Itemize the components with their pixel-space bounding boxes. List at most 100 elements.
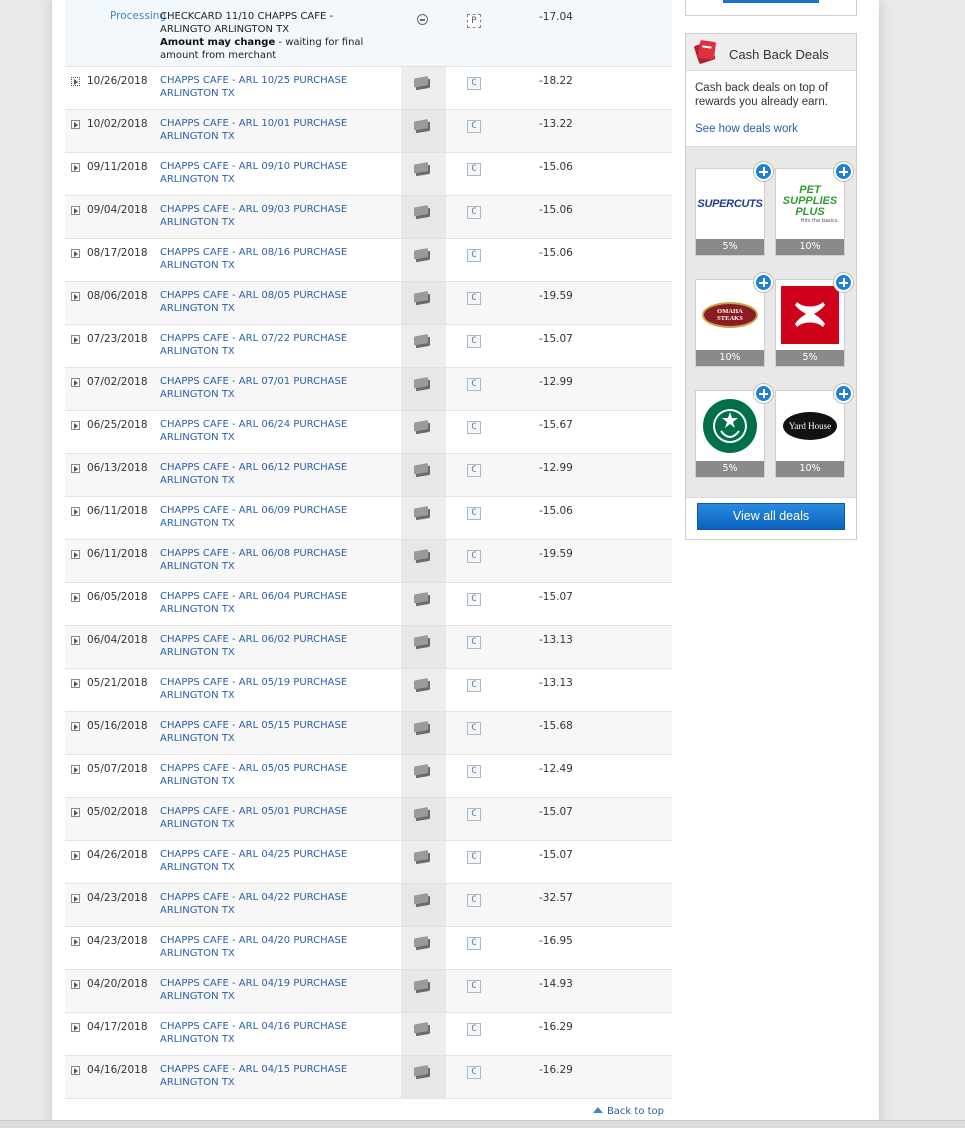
see-how-deals-work-link[interactable]: See how deals work (695, 123, 798, 135)
pending-p-icon[interactable]: P (467, 14, 481, 28)
expand-row-icon[interactable] (71, 636, 80, 645)
table-row[interactable]: 09/11/2018 CHAPPS CAFE - ARL 09/10 PURCHA… (65, 153, 672, 196)
transaction-description[interactable]: CHAPPS CAFE - ARL 05/15 PURCHASE ARLINGTO… (160, 719, 395, 745)
expand-row-icon[interactable] (71, 1066, 80, 1075)
category-c-icon[interactable]: C (467, 593, 481, 606)
add-deal-plus-icon[interactable] (754, 162, 773, 181)
table-row[interactable]: 08/06/2018 CHAPPS CAFE - ARL 08/05 PURCHA… (65, 282, 672, 325)
expand-row-icon[interactable] (71, 120, 80, 129)
expand-row-icon[interactable] (71, 851, 80, 860)
transaction-description[interactable]: CHAPPS CAFE - ARL 07/22 PURCHASE ARLINGTO… (160, 332, 395, 358)
transaction-description[interactable]: CHAPPS CAFE - ARL 04/25 PURCHASE ARLINGTO… (160, 848, 395, 874)
view-all-deals-button[interactable]: View all deals (697, 503, 845, 530)
transaction-description[interactable]: CHAPPS CAFE - ARL 05/19 PURCHASE ARLINGTO… (160, 676, 395, 702)
category-c-icon[interactable]: C (467, 378, 481, 391)
table-row[interactable]: 05/02/2018 CHAPPS CAFE - ARL 05/01 PURCHA… (65, 798, 672, 841)
category-c-icon[interactable]: C (467, 292, 481, 305)
transaction-description[interactable]: CHAPPS CAFE - ARL 06/09 PURCHASE ARLINGTO… (160, 504, 395, 530)
expand-row-icon[interactable] (71, 206, 80, 215)
expand-row-icon[interactable] (71, 249, 80, 258)
category-c-icon[interactable]: C (467, 421, 481, 434)
category-c-icon[interactable]: C (467, 679, 481, 692)
table-row[interactable]: 07/23/2018 CHAPPS CAFE - ARL 07/22 PURCHA… (65, 325, 672, 368)
transaction-description[interactable]: CHAPPS CAFE - ARL 08/16 PURCHASE ARLINGTO… (160, 246, 395, 272)
transaction-description[interactable]: CHAPPS CAFE - ARL 06/12 PURCHASE ARLINGTO… (160, 461, 395, 487)
transaction-description[interactable]: CHAPPS CAFE - ARL 04/22 PURCHASE ARLINGTO… (160, 891, 395, 917)
category-c-icon[interactable]: C (467, 249, 481, 262)
top-panel-button[interactable] (723, 0, 819, 3)
add-deal-plus-icon[interactable] (754, 273, 773, 292)
table-row[interactable]: 04/16/2018 CHAPPS CAFE - ARL 04/15 PURCHA… (65, 1056, 672, 1099)
category-c-icon[interactable]: C (467, 507, 481, 520)
deal-tile-starbucks[interactable]: 5% (695, 390, 765, 478)
category-c-icon[interactable]: C (467, 808, 481, 821)
add-deal-plus-icon[interactable] (834, 273, 853, 292)
add-deal-plus-icon[interactable] (834, 384, 853, 403)
expand-row-icon[interactable] (71, 1023, 80, 1032)
category-c-icon[interactable]: C (467, 120, 481, 133)
category-c-icon[interactable]: C (467, 722, 481, 735)
expand-row-icon[interactable] (71, 894, 80, 903)
transaction-description[interactable]: CHAPPS CAFE - ARL 09/10 PURCHASE ARLINGTO… (160, 160, 395, 186)
category-c-icon[interactable]: C (467, 464, 481, 477)
table-row[interactable]: 09/04/2018 CHAPPS CAFE - ARL 09/03 PURCHA… (65, 196, 672, 239)
category-c-icon[interactable]: C (467, 550, 481, 563)
table-row[interactable]: 10/02/2018 CHAPPS CAFE - ARL 10/01 PURCHA… (65, 110, 672, 153)
table-row[interactable]: 04/26/2018 CHAPPS CAFE - ARL 04/25 PURCHA… (65, 841, 672, 884)
expand-row-icon[interactable] (71, 765, 80, 774)
transaction-description[interactable]: CHAPPS CAFE - ARL 08/05 PURCHASE ARLINGTO… (160, 289, 395, 315)
category-c-icon[interactable]: C (467, 163, 481, 176)
transaction-description[interactable]: CHAPPS CAFE - ARL 04/15 PURCHASE ARLINGTO… (160, 1063, 395, 1089)
category-c-icon[interactable]: C (467, 77, 481, 90)
expand-row-icon[interactable] (71, 335, 80, 344)
table-row[interactable]: 05/21/2018 CHAPPS CAFE - ARL 05/19 PURCHA… (65, 669, 672, 712)
table-row[interactable]: 06/11/2018 CHAPPS CAFE - ARL 06/09 PURCHA… (65, 497, 672, 540)
transaction-description[interactable]: CHAPPS CAFE - ARL 04/16 PURCHASE ARLINGTO… (160, 1020, 395, 1046)
deal-tile-omaha-steaks[interactable]: OMAHA STEAKS 10% (695, 279, 765, 367)
expand-row-icon[interactable] (71, 421, 80, 430)
category-c-icon[interactable]: C (467, 937, 481, 950)
deal-tile-supercuts[interactable]: SUPERCUTS 5% (695, 168, 765, 256)
table-row[interactable]: 06/05/2018 CHAPPS CAFE - ARL 06/04 PURCHA… (65, 583, 672, 626)
table-row[interactable]: 05/16/2018 CHAPPS CAFE - ARL 05/15 PURCHA… (65, 712, 672, 755)
expand-row-icon[interactable] (71, 808, 80, 817)
table-row[interactable]: 07/02/2018 CHAPPS CAFE - ARL 07/01 PURCHA… (65, 368, 672, 411)
transaction-description[interactable]: CHAPPS CAFE - ARL 10/25 PURCHASE ARLINGTO… (160, 74, 395, 100)
category-c-icon[interactable]: C (467, 335, 481, 348)
table-row[interactable]: 10/26/2018 CHAPPS CAFE - ARL 10/25 PURCHA… (65, 67, 672, 110)
expand-row-icon[interactable] (71, 163, 80, 172)
transaction-description[interactable]: CHAPPS CAFE - ARL 07/01 PURCHASE ARLINGTO… (160, 375, 395, 401)
table-row[interactable]: 06/13/2018 CHAPPS CAFE - ARL 06/12 PURCHA… (65, 454, 672, 497)
transaction-description[interactable]: CHAPPS CAFE - ARL 06/24 PURCHASE ARLINGTO… (160, 418, 395, 444)
back-to-top-link[interactable]: Back to top (592, 1106, 664, 1117)
table-row[interactable]: 04/23/2018 CHAPPS CAFE - ARL 04/20 PURCHA… (65, 927, 672, 970)
transaction-description[interactable]: CHAPPS CAFE - ARL 06/02 PURCHASE ARLINGTO… (160, 633, 395, 659)
expand-row-icon[interactable] (71, 593, 80, 602)
expand-row-icon[interactable] (71, 722, 80, 731)
category-c-icon[interactable]: C (467, 894, 481, 907)
table-row[interactable]: 06/11/2018 CHAPPS CAFE - ARL 06/08 PURCHA… (65, 540, 672, 583)
table-row[interactable]: 08/17/2018 CHAPPS CAFE - ARL 08/16 PURCHA… (65, 239, 672, 282)
processing-row[interactable]: Processing CHECKCARD 11/10 CHAPPS CAFE -… (65, 0, 672, 67)
table-row[interactable]: 05/07/2018 CHAPPS CAFE - ARL 05/05 PURCHA… (65, 755, 672, 798)
transaction-description[interactable]: CHAPPS CAFE - ARL 06/08 PURCHASE ARLINGTO… (160, 547, 395, 573)
table-row[interactable]: 04/17/2018 CHAPPS CAFE - ARL 04/16 PURCHA… (65, 1013, 672, 1056)
category-c-icon[interactable]: C (467, 851, 481, 864)
category-c-icon[interactable]: C (467, 206, 481, 219)
expand-row-icon[interactable] (71, 937, 80, 946)
table-row[interactable]: 06/25/2018 CHAPPS CAFE - ARL 06/24 PURCHA… (65, 411, 672, 454)
transaction-description[interactable]: CHAPPS CAFE - ARL 05/01 PURCHASE ARLINGTO… (160, 805, 395, 831)
expand-row-icon[interactable] (71, 378, 80, 387)
table-row[interactable]: 04/23/2018 CHAPPS CAFE - ARL 04/22 PURCHA… (65, 884, 672, 927)
add-deal-plus-icon[interactable] (834, 162, 853, 181)
expand-row-icon[interactable] (71, 507, 80, 516)
transaction-description[interactable]: CHAPPS CAFE - ARL 10/01 PURCHASE ARLINGTO… (160, 117, 395, 143)
category-c-icon[interactable]: C (467, 1023, 481, 1036)
category-c-icon[interactable]: C (467, 1066, 481, 1079)
category-c-icon[interactable]: C (467, 765, 481, 778)
deal-tile-under-armour[interactable]: 5% (775, 279, 845, 367)
expand-row-icon[interactable] (71, 980, 80, 989)
deal-tile-yard-house[interactable]: Yard House 10% (775, 390, 845, 478)
add-deal-plus-icon[interactable] (754, 384, 773, 403)
expand-row-icon[interactable] (71, 77, 80, 86)
